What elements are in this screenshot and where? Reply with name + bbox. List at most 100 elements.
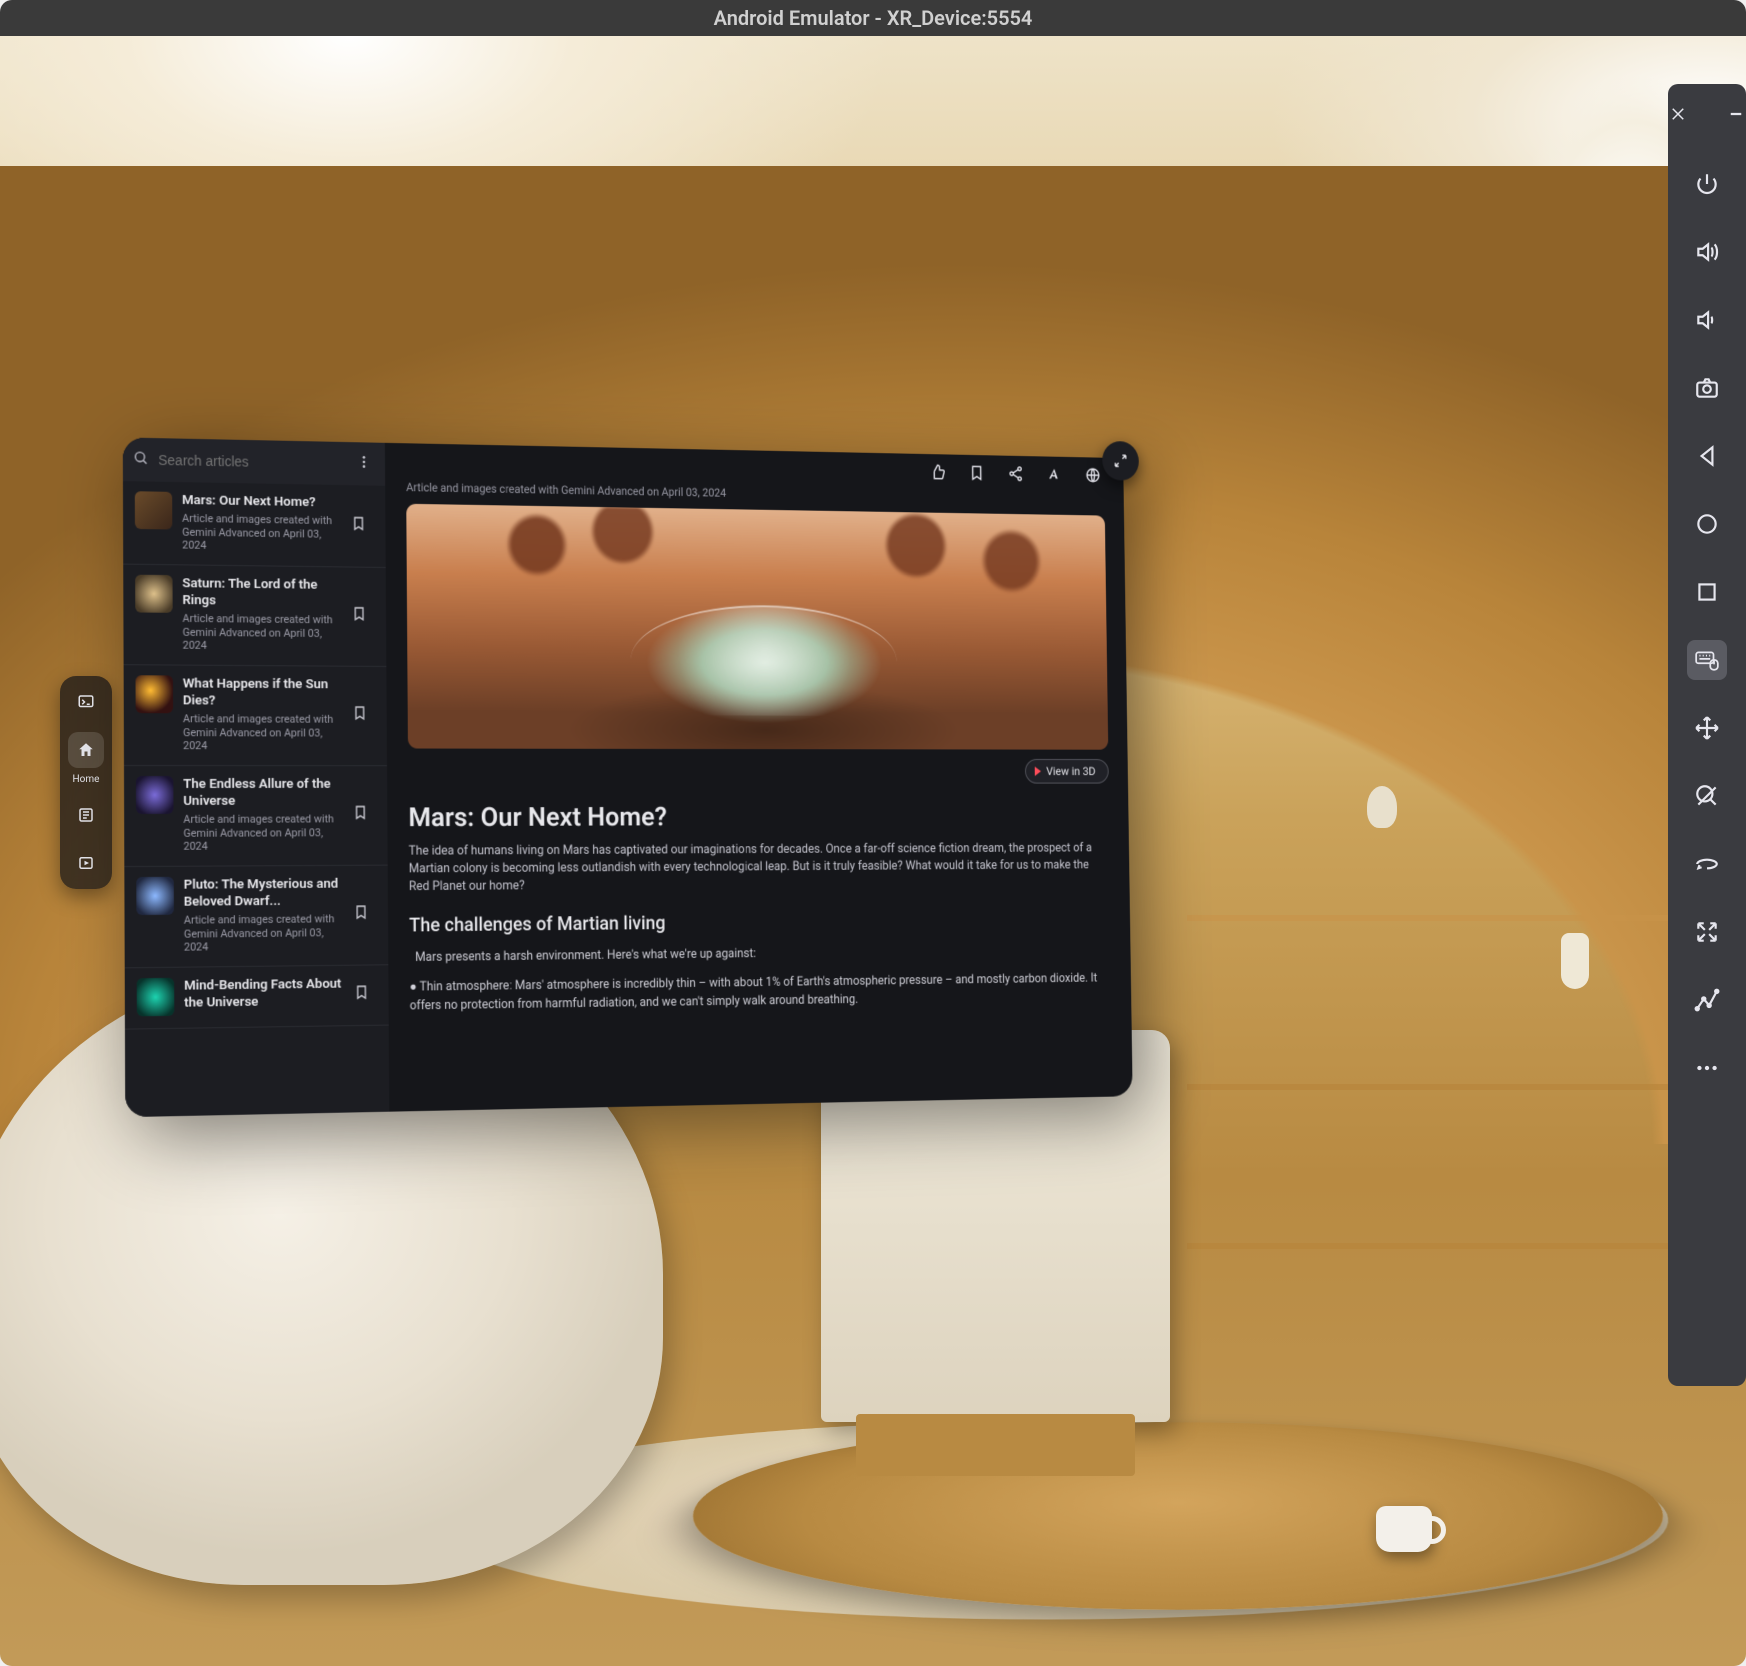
article-text: Mind-Bending Facts About the Universe (184, 976, 344, 1016)
share-button[interactable] (1008, 465, 1024, 486)
globe-icon (1085, 467, 1101, 484)
emulator-volume-up-button[interactable] (1687, 232, 1727, 272)
volume-down-icon (1694, 307, 1720, 333)
article-bullet-1: Thin atmosphere: Mars' atmosphere is inc… (410, 970, 1113, 1016)
volume-up-icon (1694, 239, 1720, 265)
bookmark-toggle[interactable] (353, 805, 376, 825)
article-text: Pluto: The Mysterious and Beloved Dwarf.… (184, 876, 344, 955)
globe-button[interactable] (1085, 467, 1101, 488)
article-item-meta (184, 1012, 344, 1014)
article-item-title: Pluto: The Mysterious and Beloved Dwarf.… (184, 876, 344, 911)
emulator-collapse-button[interactable] (1687, 912, 1727, 952)
emulator-back-button[interactable] (1687, 436, 1727, 476)
bookmark-toggle[interactable] (354, 984, 377, 1004)
bookmark-outline-icon (352, 705, 367, 721)
zoom-disabled-icon (1694, 783, 1720, 809)
thumb-up-icon (930, 464, 946, 481)
emulator-more-button[interactable] (1687, 1048, 1727, 1088)
emulator-control-rail (1668, 84, 1746, 1386)
nav-articles[interactable] (68, 797, 104, 833)
article-item-meta: Article and images created with Gemini A… (184, 912, 344, 955)
article-item-title: The Endless Allure of the Universe (183, 776, 343, 810)
view-in-3d-button[interactable]: View in 3D (1025, 759, 1109, 784)
keyboard-mouse-icon (1694, 647, 1720, 673)
article-item-title: Mind-Bending Facts About the Universe (184, 976, 344, 1012)
article-panel: Mars: Our Next Home?Article and images c… (123, 437, 1133, 1117)
emulator-minimize-button[interactable] (1716, 94, 1746, 134)
back-icon (1694, 443, 1720, 469)
emulator-overview-button[interactable] (1687, 572, 1727, 612)
bookmark-outline-icon (354, 984, 370, 1000)
bookmark-outline-icon (351, 606, 366, 622)
article-thumbnail (135, 575, 173, 613)
bookmark-toggle[interactable] (351, 606, 374, 626)
graph-icon (1694, 987, 1720, 1013)
article-text: What Happens if the Sun Dies?Article and… (183, 676, 343, 754)
bookmark-button[interactable] (969, 464, 985, 485)
more-vertical-icon (356, 454, 371, 470)
share-icon (1008, 465, 1024, 482)
search-input[interactable] (158, 452, 343, 471)
home-circle-icon (1694, 511, 1720, 537)
bookmark-icon (969, 464, 985, 481)
bookmark-outline-icon (351, 515, 366, 531)
article-list-item[interactable]: Pluto: The Mysterious and Beloved Dwarf.… (124, 866, 388, 969)
article-list-column: Mars: Our Next Home?Article and images c… (123, 437, 390, 1117)
article-lead: The idea of humans living on Mars has ca… (409, 840, 1111, 896)
article-thumbnail (136, 776, 174, 814)
emulator-screenshot-button[interactable] (1687, 368, 1727, 408)
camera-icon (1694, 375, 1720, 401)
emulator-rotate-button[interactable] (1687, 844, 1727, 884)
article-thumbnail (135, 491, 173, 529)
emulator-close-button[interactable] (1658, 94, 1698, 134)
emulator-metrics-button[interactable] (1687, 980, 1727, 1020)
emulator-power-button[interactable] (1687, 164, 1727, 204)
emulator-move-button[interactable] (1687, 708, 1727, 748)
emulator-input-mode-button[interactable] (1687, 640, 1727, 680)
article-subtext: Mars presents a harsh environment. Here'… (415, 943, 1111, 965)
bookmark-outline-icon (353, 805, 368, 821)
more-horizontal-icon (1694, 1055, 1720, 1081)
hero-dome (630, 604, 897, 716)
collapse-icon (1694, 919, 1720, 945)
thumb-up-button[interactable] (930, 464, 946, 485)
decor-cup (1376, 1506, 1432, 1552)
bookmark-toggle[interactable] (352, 705, 375, 725)
article-item-meta: Article and images created with Gemini A… (183, 712, 343, 753)
xr-environment: Home (0, 36, 1746, 1666)
view-in-3d-label: View in 3D (1046, 765, 1095, 778)
emulator-zoom-button[interactable] (1687, 776, 1727, 816)
article-content-column[interactable]: Article and images created with Gemini A… (385, 443, 1133, 1112)
nav-home[interactable] (68, 732, 104, 768)
bookmark-toggle[interactable] (351, 515, 374, 535)
article-title: Mars: Our Next Home? (408, 800, 1109, 833)
article-text: Mars: Our Next Home?Article and images c… (182, 492, 342, 555)
home-icon (77, 741, 95, 759)
article-item-meta: Article and images created with Gemini A… (182, 512, 341, 555)
article-list-item[interactable]: Mars: Our Next Home?Article and images c… (123, 481, 386, 568)
search-icon (133, 450, 149, 470)
decor-vase-2 (1367, 786, 1397, 828)
list-more-button[interactable] (352, 450, 375, 478)
bookmark-toggle[interactable] (353, 904, 376, 924)
emulator-home-button[interactable] (1687, 504, 1727, 544)
article-item-meta: Article and images created with Gemini A… (183, 812, 343, 853)
power-icon (1694, 171, 1720, 197)
nav-video[interactable] (68, 845, 104, 881)
article-list-item[interactable]: Mind-Bending Facts About the Universe (125, 965, 389, 1029)
play-3d-icon (1035, 767, 1041, 776)
close-icon (1669, 105, 1687, 123)
video-icon (77, 854, 95, 872)
emulator-volume-down-button[interactable] (1687, 300, 1727, 340)
font-size-button[interactable] (1046, 466, 1062, 487)
move-icon (1694, 715, 1720, 741)
hero-image (406, 504, 1108, 750)
nav-terminal[interactable] (68, 684, 104, 720)
article-list[interactable]: Mars: Our Next Home?Article and images c… (123, 481, 389, 1117)
article-list-item[interactable]: What Happens if the Sun Dies?Article and… (124, 665, 387, 766)
article-thumbnail (135, 675, 173, 713)
article-thumbnail (136, 877, 174, 915)
app-nav-rail: Home (60, 676, 112, 889)
article-list-item[interactable]: Saturn: The Lord of the RingsArticle and… (123, 565, 386, 667)
article-list-item[interactable]: The Endless Allure of the UniverseArticl… (124, 766, 388, 867)
